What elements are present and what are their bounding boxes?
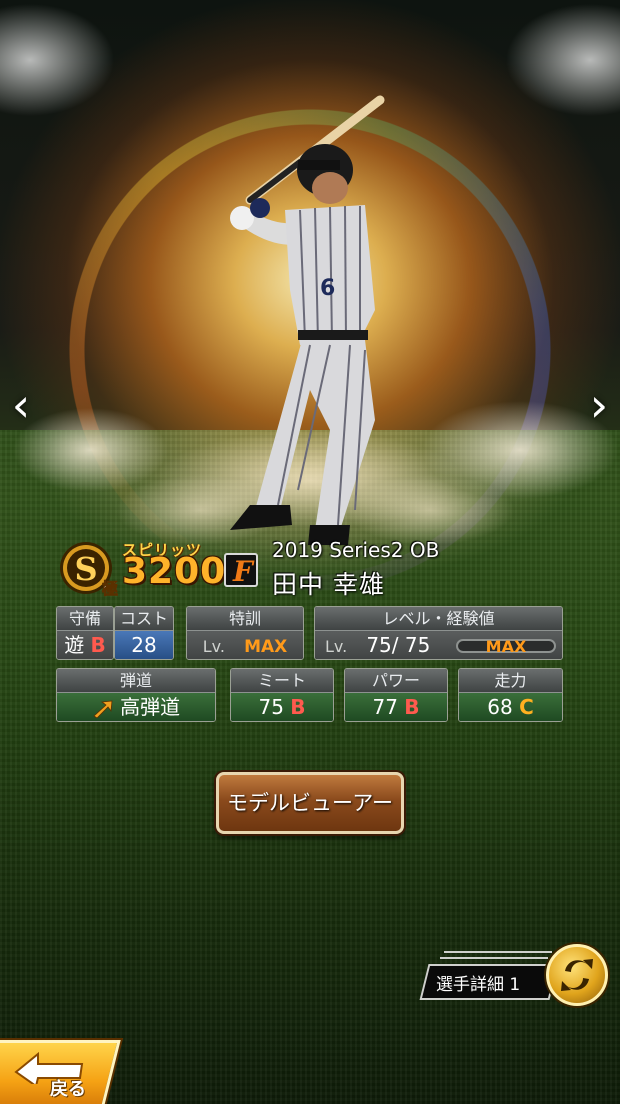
player-detail-label[interactable]: 選手詳細 1	[436, 970, 520, 995]
meet-value: 75 B	[231, 693, 333, 721]
spirits-value: 3200	[122, 551, 227, 592]
level-panel: レベル・経験値 Lv. 75/ 75 MAX	[314, 606, 563, 660]
series-label: 2019 Series2 OB	[272, 538, 440, 562]
player-card-screen: 6 ‹ › S 極 スピリッツ 3200 F 2019 Series2 OB 田…	[0, 0, 620, 1104]
speed-label: 走力	[459, 669, 562, 693]
cost-panel: コスト 28	[114, 606, 174, 660]
player-image: 6	[230, 95, 385, 545]
speed-value: 68 C	[459, 693, 562, 721]
rank-letter: S	[74, 550, 97, 588]
trajectory-arrow-icon	[93, 700, 113, 719]
power-label: パワー	[345, 669, 447, 693]
cost-label: コスト	[115, 607, 173, 631]
training-panel: 特訓 Lv. MAX	[186, 606, 304, 660]
level-value: Lv. 75/ 75 MAX	[315, 631, 562, 659]
training-value: Lv. MAX	[187, 631, 303, 659]
defense-label: 守備	[57, 607, 113, 631]
previous-player-arrow-icon[interactable]: ‹	[6, 380, 36, 430]
trajectory-label: 弾道	[57, 669, 215, 693]
next-player-arrow-icon[interactable]: ›	[584, 380, 614, 430]
defense-panel: 守備 遊 B	[56, 606, 114, 660]
meet-panel: ミート 75 B	[230, 668, 334, 722]
trajectory-value: 高弾道	[57, 693, 215, 721]
player-name: 田中 幸雄	[272, 570, 385, 599]
swap-arrows-icon	[561, 959, 593, 991]
swap-icon[interactable]	[546, 944, 608, 1006]
rank-badge-icon: S 極	[60, 542, 118, 598]
exp-bar: MAX	[456, 637, 556, 656]
level-label: レベル・経験値	[315, 607, 562, 631]
svg-text:6: 6	[320, 276, 335, 301]
power-value: 77 B	[345, 693, 447, 721]
back-label[interactable]: 戻る	[50, 1075, 86, 1101]
detail-tab-lines	[440, 951, 552, 959]
rank-sub: 極	[101, 579, 118, 598]
cost-value: 28	[115, 631, 173, 659]
training-label: 特訓	[187, 607, 303, 631]
team-logo-icon: F	[224, 553, 258, 588]
power-panel: パワー 77 B	[344, 668, 448, 722]
defense-value: 遊 B	[57, 631, 113, 659]
trajectory-panel: 弾道 高弾道	[56, 668, 216, 722]
speed-panel: 走力 68 C	[458, 668, 563, 722]
meet-label: ミート	[231, 669, 333, 693]
model-viewer-button[interactable]: モデルビューアー	[216, 772, 404, 834]
